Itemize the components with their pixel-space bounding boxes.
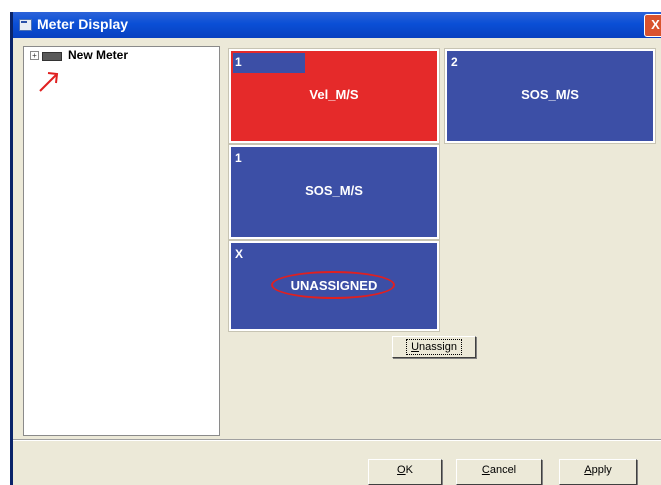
window-title: Meter Display	[37, 16, 129, 32]
tile-label: SOS_M/S	[305, 183, 363, 198]
red-arrow-annotation	[39, 72, 59, 92]
cancel-accel: C	[481, 464, 490, 476]
apply-button[interactable]: Apply	[559, 459, 637, 485]
title-bar[interactable]: Meter Display X	[13, 12, 661, 38]
window-icon	[19, 19, 32, 31]
tile-label: SOS_M/S	[521, 87, 579, 102]
cancel-label: ancel	[489, 464, 517, 476]
unassign-button[interactable]: Unassign	[392, 336, 476, 358]
meter-tree[interactable]: + New Meter	[23, 46, 220, 436]
cancel-button[interactable]: Cancel	[456, 459, 542, 485]
ok-accel: O	[397, 464, 406, 476]
tree-expand-icon[interactable]: +	[30, 51, 39, 60]
ok-label: K	[405, 464, 413, 476]
unassign-label: nassign	[419, 341, 457, 353]
meter-display-window: Meter Display X + New Meter 1 Vel_M/S 2 …	[10, 12, 661, 485]
tile-number: X	[235, 247, 244, 261]
tile-number: 2	[451, 55, 458, 69]
apply-label: pply	[591, 464, 612, 476]
tile-number-highlight	[233, 53, 305, 73]
meter-icon	[42, 52, 62, 61]
tile-number: 1	[235, 151, 242, 165]
tile-label: Vel_M/S	[309, 87, 359, 102]
apply-accel: A	[584, 464, 592, 476]
display-tile-1[interactable]: 1 Vel_M/S	[228, 48, 440, 144]
display-tile-unassigned[interactable]: X UNASSIGNED	[228, 240, 440, 332]
unassign-accel: U	[411, 341, 420, 353]
close-button[interactable]: X	[644, 14, 661, 37]
divider	[13, 439, 661, 441]
tree-item-new-meter[interactable]: New Meter	[68, 48, 128, 62]
display-tile-3[interactable]: 1 SOS_M/S	[228, 144, 440, 240]
ok-button[interactable]: OK	[368, 459, 442, 485]
tile-label: UNASSIGNED	[290, 278, 378, 293]
tile-number: 1	[235, 55, 242, 69]
display-tile-2[interactable]: 2 SOS_M/S	[444, 48, 656, 144]
